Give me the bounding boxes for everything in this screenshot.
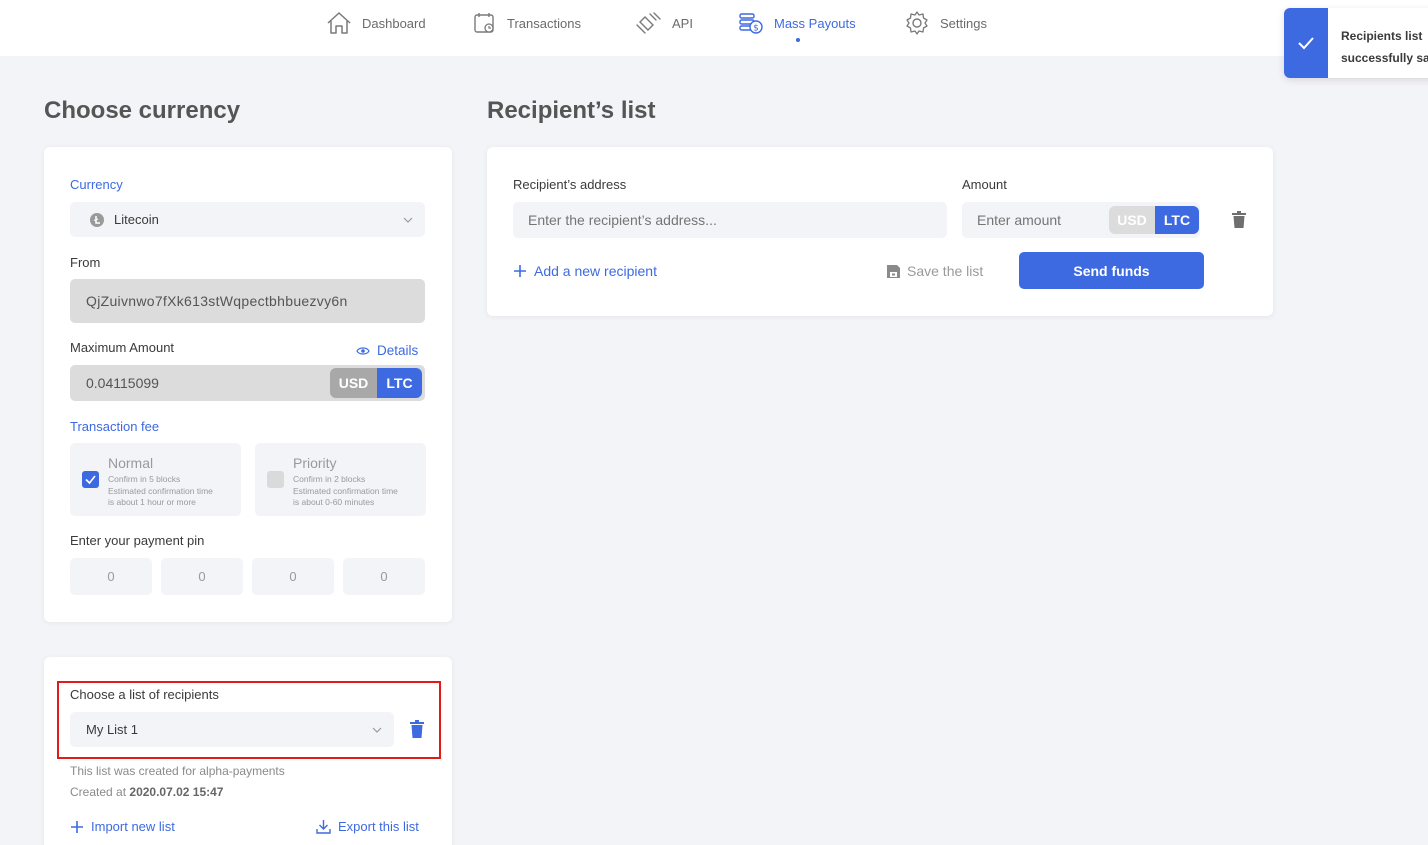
pin-digit-3[interactable]: 0	[252, 558, 334, 595]
trash-icon	[1232, 211, 1246, 228]
nav-item-mass-payouts[interactable]: $ Mass Payouts	[738, 8, 856, 38]
toast-line-2: successfully sa	[1341, 51, 1428, 65]
nav-label-api: API	[672, 15, 693, 31]
amount-input[interactable]	[962, 212, 1102, 228]
from-address-field: QjZuivnwo7fXk613stWqpectbhbuezvy6n	[70, 279, 425, 323]
toast-line-1: Recipients list	[1341, 29, 1423, 43]
nav-item-settings[interactable]: Settings	[904, 8, 987, 38]
fee-option-priority[interactable]: Priority Confirm in 2 blocks Estimated c…	[255, 443, 426, 516]
success-toast: Recipients list successfully sa	[1284, 8, 1428, 78]
pin-digit-4[interactable]: 0	[343, 558, 425, 595]
nav-item-dashboard[interactable]: Dashboard	[326, 8, 426, 38]
normal-desc-line-2: Estimated confirmation time	[108, 485, 213, 496]
priority-description: Confirm in 2 blocks Estimated confirmati…	[293, 474, 425, 509]
amount-label: Amount	[962, 177, 1007, 192]
from-address-value: QjZuivnwo7fXk613stWqpectbhbuezvy6n	[86, 293, 348, 309]
export-list-label: Export this list	[338, 819, 419, 834]
priority-desc-line-1: Confirm in 2 blocks	[293, 474, 366, 484]
fee-option-normal[interactable]: Normal Confirm in 5 blocks Estimated con…	[70, 443, 241, 516]
add-recipient-link[interactable]: Add a new recipient	[513, 263, 657, 279]
toast-message: Recipients list successfully sa	[1341, 25, 1428, 69]
coins-icon: $	[739, 13, 763, 34]
currency-value: Litecoin	[114, 212, 159, 227]
toast-check-area	[1284, 8, 1328, 78]
max-unit-usd[interactable]: USD	[330, 368, 377, 398]
max-unit-ltc[interactable]: LTC	[377, 368, 422, 398]
normal-description: Confirm in 5 blocks Estimated confirmati…	[108, 474, 240, 509]
max-amount-unit-toggle: USD LTC	[330, 368, 422, 398]
priority-desc-line-2: Estimated confirmation time	[293, 485, 398, 496]
nav-label-mass-payouts: Mass Payouts	[774, 15, 856, 31]
nav-label-dashboard: Dashboard	[362, 15, 426, 31]
download-icon	[316, 820, 331, 834]
svg-text:$: $	[753, 24, 759, 34]
nav-label-settings: Settings	[940, 15, 987, 31]
nav-label-transactions: Transactions	[507, 15, 581, 31]
eye-icon	[356, 346, 370, 355]
check-icon	[1298, 37, 1314, 50]
recipients-list-title: Recipient’s list	[487, 97, 656, 124]
pin-digit-2[interactable]: 0	[161, 558, 243, 595]
import-list-link[interactable]: Import new list	[70, 819, 175, 834]
calendar-icon	[474, 13, 494, 33]
export-list-link[interactable]: Export this list	[316, 819, 419, 834]
normal-checkbox[interactable]	[82, 471, 99, 488]
details-link[interactable]: Details	[356, 343, 418, 358]
plug-icon	[636, 12, 661, 34]
delete-recipient-button[interactable]	[1232, 211, 1246, 233]
check-icon	[85, 475, 96, 485]
priority-desc-line-3: is about 0-60 minutes	[293, 497, 375, 507]
normal-title: Normal	[108, 455, 154, 471]
amount-unit-ltc[interactable]: LTC	[1155, 206, 1199, 234]
highlight-box	[57, 681, 441, 759]
from-label: From	[70, 255, 101, 270]
currency-select[interactable]: Litecoin	[70, 202, 425, 237]
save-list-label: Save the list	[907, 263, 984, 279]
choose-currency-title: Choose currency	[44, 97, 241, 124]
recipient-address-input[interactable]	[513, 212, 947, 228]
list-description: This list was created for alpha-payments	[70, 764, 285, 778]
transaction-fee-label: Transaction fee	[70, 419, 160, 434]
add-recipient-label: Add a new recipient	[534, 263, 657, 279]
active-nav-indicator	[796, 38, 800, 42]
plus-icon	[71, 820, 83, 833]
recipient-address-field[interactable]	[513, 202, 947, 238]
details-label: Details	[377, 343, 419, 358]
nav-item-transactions[interactable]: Transactions	[473, 8, 581, 38]
plus-icon	[514, 265, 526, 277]
pin-digit-1[interactable]: 0	[70, 558, 152, 595]
created-value: 2020.07.02 15:47	[129, 785, 224, 799]
import-list-label: Import new list	[91, 819, 175, 834]
chevron-down-icon	[403, 217, 413, 223]
amount-unit-toggle: USD LTC	[1109, 206, 1199, 234]
maximum-amount-value: 0.04115099	[86, 375, 159, 391]
normal-desc-line-3: is about 1 hour or more	[108, 497, 196, 507]
normal-desc-line-1: Confirm in 5 blocks	[108, 474, 181, 484]
priority-title: Priority	[293, 455, 337, 471]
nav-item-api[interactable]: API	[634, 8, 693, 38]
send-funds-button[interactable]: Send funds	[1019, 252, 1204, 289]
created-prefix: Created at	[70, 785, 127, 799]
top-navigation-bar: Dashboard Transactions API $ Mass Payout…	[0, 0, 1428, 56]
save-list-button[interactable]: Save the list	[887, 263, 983, 279]
recipient-address-label: Recipient’s address	[513, 177, 627, 192]
gear-icon	[906, 11, 928, 35]
litecoin-icon	[90, 212, 104, 227]
priority-checkbox[interactable]	[267, 471, 284, 488]
maximum-amount-label: Maximum Amount	[70, 340, 175, 355]
home-icon	[327, 12, 351, 34]
currency-label: Currency	[70, 177, 123, 192]
list-created-at: Created at 2020.07.02 15:47	[70, 785, 223, 799]
amount-unit-usd[interactable]: USD	[1109, 206, 1155, 234]
payment-pin-label: Enter your payment pin	[70, 533, 205, 548]
save-icon	[887, 264, 900, 278]
